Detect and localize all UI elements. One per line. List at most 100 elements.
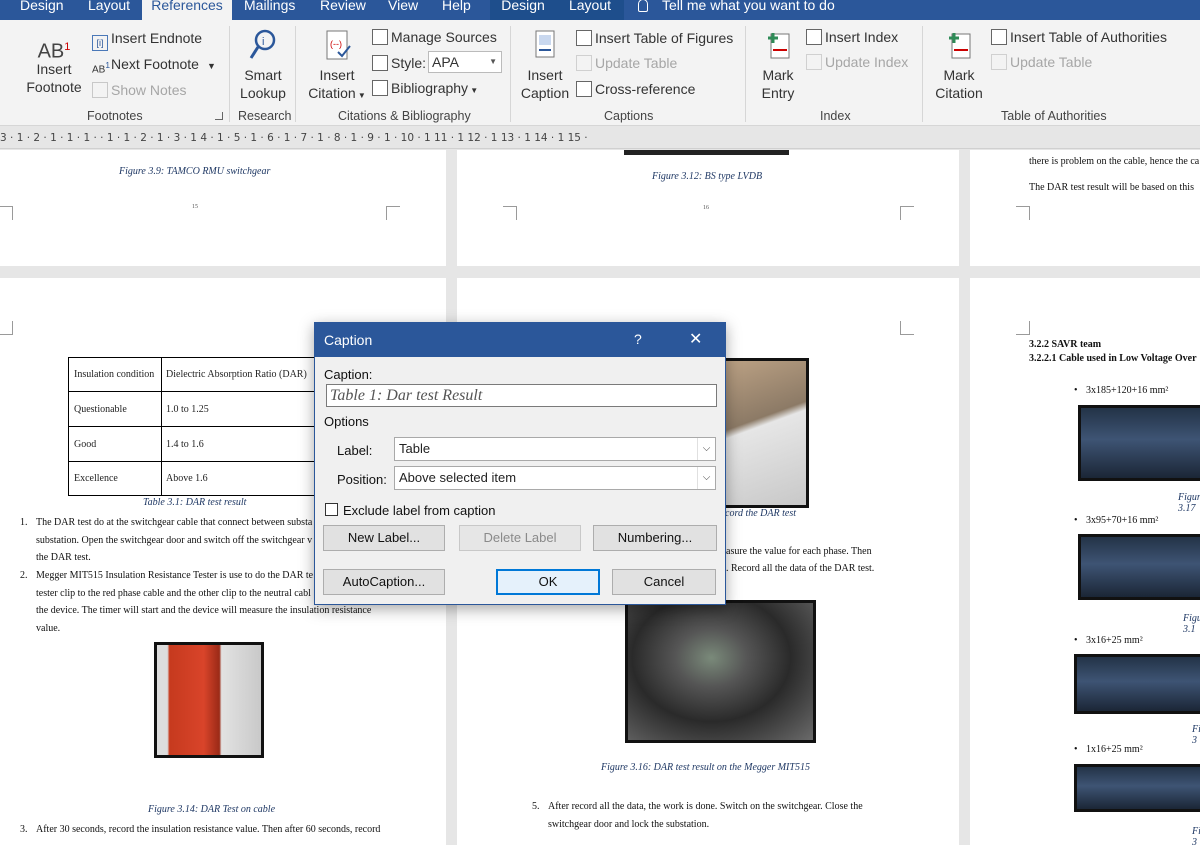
autocaption-button[interactable]: AutoCaption... bbox=[323, 569, 445, 595]
insert-endnote-button[interactable]: [i] Insert Endnote bbox=[92, 28, 203, 51]
footnote-icon: AB1 bbox=[37, 40, 71, 63]
bibliography-label: Bibliography bbox=[391, 80, 469, 96]
mark-entry-button[interactable]: Mark Entry bbox=[752, 28, 804, 102]
exclude-label-checkbox[interactable] bbox=[325, 503, 338, 516]
manage-sources-label: Manage Sources bbox=[391, 29, 497, 45]
middle-text-1: asure the value for each phase. Then bbox=[726, 546, 872, 557]
position-dropdown[interactable]: Above selected item ⌵ bbox=[394, 466, 716, 490]
label-dropdown[interactable]: Table ⌵ bbox=[394, 437, 716, 461]
margin-corner bbox=[900, 321, 914, 335]
smart-lookup-label-2: Lookup bbox=[240, 85, 286, 101]
help-button[interactable]: ? bbox=[634, 331, 642, 347]
dar-table: Insulation condition Dielectric Absorpti… bbox=[68, 357, 342, 496]
new-label-button[interactable]: New Label... bbox=[323, 525, 445, 551]
page-16: Figure 3.12: BS type LVDB 16 bbox=[457, 150, 959, 266]
endnote-icon: [i] bbox=[92, 35, 108, 51]
bibliography-button[interactable]: Bibliography ▼ bbox=[372, 78, 478, 98]
cross-reference-button[interactable]: Cross-reference bbox=[576, 79, 695, 99]
dialog-launcher-icon[interactable] bbox=[215, 112, 223, 120]
ok-button[interactable]: OK bbox=[496, 569, 600, 595]
footnotes-group-label: Footnotes bbox=[87, 109, 143, 123]
update-index-label: Update Index bbox=[825, 54, 909, 70]
dropdown-arrow-icon: ▼ bbox=[468, 86, 479, 95]
insert-toa-icon bbox=[991, 29, 1007, 45]
close-button[interactable]: ✕ bbox=[689, 329, 702, 349]
margin-corner bbox=[0, 206, 13, 220]
caption-dialog: Caption ? ✕ Caption: Table 1: Dar test R… bbox=[314, 322, 726, 605]
photo-dar-test-cable bbox=[154, 642, 264, 758]
list-number: 3. bbox=[20, 824, 28, 835]
figure-3-14-caption: Figure 3.14: DAR Test on cable bbox=[148, 804, 276, 815]
heading-3-2-2-1: 3.2.2.1 Cable used in Low Voltage Over bbox=[1029, 353, 1197, 364]
tell-me-box[interactable]: Tell me what you want to do bbox=[630, 0, 843, 20]
lightbulb-icon bbox=[638, 0, 648, 12]
tab-table-design[interactable]: Design bbox=[490, 0, 556, 20]
mark-citation-icon bbox=[949, 33, 971, 59]
insert-table-of-figures-button[interactable]: Insert Table of Figures bbox=[576, 28, 733, 48]
horizontal-ruler[interactable]: 3 · 1 · 2 · 1 · 1 · 1 · · 1 · 1 · 2 · 1 … bbox=[0, 127, 1200, 149]
update-index-button: Update Index bbox=[806, 52, 908, 72]
list-item-5: After record all the data, the work is d… bbox=[548, 798, 863, 833]
bullet-item: • 3x95+70+16 mm² bbox=[1074, 515, 1159, 526]
tab-design[interactable]: Design bbox=[12, 0, 72, 20]
style-dropdown[interactable]: APA ▼ bbox=[428, 51, 502, 73]
insert-footnote-button[interactable]: AB1 Insert Footnote bbox=[22, 34, 86, 96]
bullet-item: • 1x16+25 mm² bbox=[1074, 744, 1143, 755]
table-row: Questionable 1.0 to 1.25 bbox=[68, 391, 342, 427]
cancel-button[interactable]: Cancel bbox=[612, 569, 716, 595]
caption-input[interactable]: Table 1: Dar test Result bbox=[326, 384, 717, 407]
photo-cable-3 bbox=[1074, 654, 1200, 714]
photo-cable-1 bbox=[1078, 405, 1200, 481]
margin-corner bbox=[900, 206, 914, 220]
mark-citation-button[interactable]: Mark Citation bbox=[928, 28, 990, 102]
insert-footnote-label-2: Footnote bbox=[26, 79, 82, 95]
tab-layout[interactable]: Layout bbox=[80, 0, 138, 20]
position-dropdown-value: Above selected item bbox=[399, 470, 517, 485]
list-item-line: After record all the data, the work is d… bbox=[548, 801, 863, 812]
next-footnote-button[interactable]: AB1Next Footnote ▼ bbox=[92, 54, 216, 75]
list-item-line: value. bbox=[36, 622, 61, 634]
list-item-line: substation. Open the switchgear door and… bbox=[36, 534, 313, 546]
tab-mailings[interactable]: Mailings bbox=[236, 0, 303, 20]
insert-index-button[interactable]: Insert Index bbox=[806, 27, 898, 47]
insert-endnote-label: Insert Endnote bbox=[111, 30, 203, 46]
captions-group-label: Captions bbox=[604, 109, 654, 123]
tab-review[interactable]: Review bbox=[312, 0, 374, 20]
page-17: there is problem on the cable, hence the… bbox=[970, 150, 1200, 266]
style-label: Style: bbox=[391, 55, 427, 71]
figure-3-9-caption: Figure 3.9: TAMCO RMU switchgear bbox=[119, 166, 271, 177]
update-index-icon bbox=[806, 54, 822, 70]
table-header-row: Insulation condition Dielectric Absorpti… bbox=[68, 357, 342, 392]
tab-table-layout[interactable]: Layout bbox=[556, 0, 624, 20]
dialog-title-bar[interactable]: Caption ? ✕ bbox=[315, 323, 725, 357]
photo-megger-mit515 bbox=[625, 600, 816, 743]
figure-caption-partial: Figure 3.1 bbox=[1183, 613, 1200, 635]
manage-sources-button[interactable]: Manage Sources bbox=[372, 27, 497, 47]
bullet-text: 1x16+25 mm² bbox=[1086, 744, 1143, 755]
numbering-button[interactable]: Numbering... bbox=[593, 525, 717, 551]
tab-view[interactable]: View bbox=[380, 0, 426, 20]
label-dropdown-value: Table bbox=[399, 441, 431, 456]
photo-dar-record bbox=[723, 358, 809, 508]
ribbon: AB1 Insert Footnote [i] Insert Endnote AB… bbox=[0, 20, 1200, 126]
margin-corner bbox=[386, 206, 400, 220]
update-toa-icon bbox=[991, 54, 1007, 70]
bullet-text: 3x16+25 mm² bbox=[1086, 635, 1143, 646]
insert-caption-button[interactable]: Insert Caption bbox=[514, 28, 576, 102]
delete-label-text: Delete Label bbox=[483, 530, 557, 545]
group-separator bbox=[295, 26, 296, 122]
bullet-text: 3x185+120+16 mm² bbox=[1086, 385, 1169, 396]
bibliography-icon bbox=[372, 80, 388, 96]
insert-toa-button[interactable]: Insert Table of Authorities bbox=[991, 27, 1167, 47]
dropdown-arrow-icon: ▼ bbox=[355, 91, 366, 100]
update-toa-button: Update Table bbox=[991, 52, 1092, 72]
insert-citation-button[interactable]: (--) Insert Citation ▼ bbox=[304, 28, 370, 105]
margin-corner bbox=[1016, 206, 1030, 220]
tab-help[interactable]: Help bbox=[434, 0, 479, 20]
margin-corner bbox=[0, 321, 13, 335]
svg-text:(--): (--) bbox=[330, 39, 342, 49]
tab-references[interactable]: References bbox=[142, 0, 232, 20]
smart-lookup-button[interactable]: i Smart Lookup bbox=[236, 28, 290, 102]
svg-text:i: i bbox=[262, 36, 264, 48]
insert-table-of-figures-label: Insert Table of Figures bbox=[595, 30, 734, 46]
